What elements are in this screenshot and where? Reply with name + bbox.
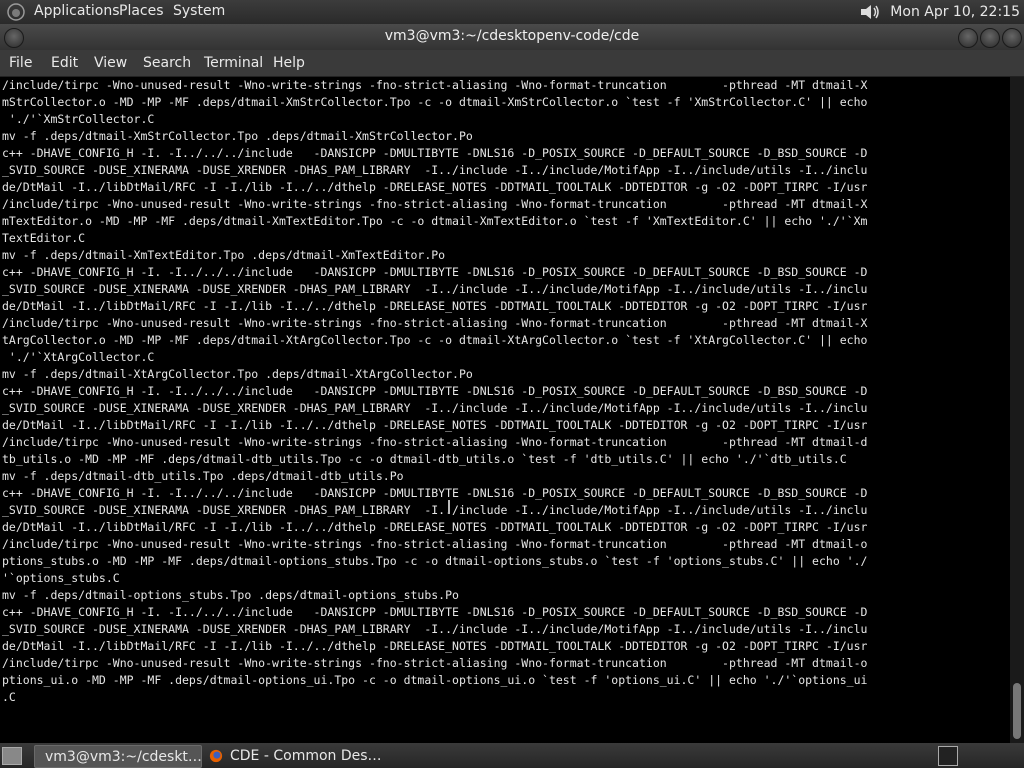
window-title: vm3@vm3:~/cdesktopenv-code/cde [384, 28, 640, 44]
terminal-scrollbar[interactable] [1010, 77, 1024, 743]
bottom-panel: vm3@vm3:~/cdeskt… CDE - Common Des… [0, 743, 1024, 768]
terminal-line: /include/tirpc -Wno-unused-result -Wno-w… [2, 316, 868, 330]
menu-applications[interactable]: Applications [34, 3, 120, 19]
terminal-line: _SVID_SOURCE -DUSE_XINERAMA -DUSE_XRENDE… [2, 163, 868, 177]
terminal-line: de/DtMail -I../libDtMail/RFC -I -I./lib … [2, 639, 868, 653]
menubar: File Edit View Search Terminal Help [0, 50, 1024, 77]
terminal-line: c++ -DHAVE_CONFIG_H -I. -I../../../inclu… [2, 146, 868, 160]
terminal-line: /include/tirpc -Wno-unused-result -Wno-w… [2, 197, 868, 211]
terminal-line: _SVID_SOURCE -DUSE_XINERAMA -DUSE_XRENDE… [2, 503, 868, 517]
terminal-line: /include/tirpc -Wno-unused-result -Wno-w… [2, 435, 868, 449]
menu-view[interactable]: View [94, 55, 127, 71]
menu-terminal[interactable]: Terminal [204, 55, 263, 71]
menu-file[interactable]: File [9, 55, 32, 71]
terminal-line: _SVID_SOURCE -DUSE_XINERAMA -DUSE_XRENDE… [2, 401, 868, 415]
maximize-button[interactable] [980, 28, 1000, 48]
taskbar-item-label: vm3@vm3:~/cdeskt… [45, 748, 202, 765]
terminal-line: _SVID_SOURCE -DUSE_XINERAMA -DUSE_XRENDE… [2, 622, 868, 636]
terminal-line: tb_utils.o -MD -MP -MF .deps/dtmail-dtb_… [2, 452, 847, 466]
terminal-line: de/DtMail -I../libDtMail/RFC -I -I./lib … [2, 418, 868, 432]
terminal-line: c++ -DHAVE_CONFIG_H -I. -I../../../inclu… [2, 265, 868, 279]
terminal-line: de/DtMail -I../libDtMail/RFC -I -I./lib … [2, 520, 868, 534]
terminal-line: mv -f .deps/dtmail-XmTextEditor.Tpo .dep… [2, 248, 446, 262]
scrollbar-thumb[interactable] [1013, 683, 1021, 739]
terminal-line: de/DtMail -I../libDtMail/RFC -I -I./lib … [2, 180, 868, 194]
terminal-line: de/DtMail -I../libDtMail/RFC -I -I./lib … [2, 299, 868, 313]
terminal-line: c++ -DHAVE_CONFIG_H -I. -I../../../inclu… [2, 605, 868, 619]
terminal-line: /include/tirpc -Wno-unused-result -Wno-w… [2, 537, 868, 551]
firefox-icon [209, 749, 223, 762]
close-button[interactable] [1002, 28, 1022, 48]
taskbar-item-terminal[interactable]: vm3@vm3:~/cdeskt… [34, 745, 202, 768]
menu-edit[interactable]: Edit [51, 55, 78, 71]
top-panel: Applications Places System Mon Apr 10, 2… [0, 0, 1024, 24]
terminal-line: './'`XtArgCollector.C [2, 350, 155, 364]
terminal-line: mv -f .deps/dtmail-dtb_utils.Tpo .deps/d… [2, 469, 404, 483]
terminal-line: mTextEditor.o -MD -MP -MF .deps/dtmail-X… [2, 214, 868, 228]
menu-search[interactable]: Search [143, 55, 191, 71]
show-desktop-icon[interactable] [2, 747, 22, 765]
window-titlebar[interactable]: vm3@vm3:~/cdesktopenv-code/cde [0, 24, 1024, 50]
terminal-line: c++ -DHAVE_CONFIG_H -I. -I../../../inclu… [2, 384, 868, 398]
menu-system[interactable]: System [173, 3, 225, 19]
terminal-line: mv -f .deps/dtmail-XtArgCollector.Tpo .d… [2, 367, 473, 381]
terminal-line: .C [2, 690, 16, 704]
menu-help[interactable]: Help [273, 55, 305, 71]
volume-icon[interactable] [858, 2, 882, 22]
gnome-foot-icon[interactable] [6, 2, 26, 22]
clock[interactable]: Mon Apr 10, 22:15 [890, 4, 1024, 20]
terminal-line: c++ -DHAVE_CONFIG_H -I. -I../../../inclu… [2, 486, 868, 500]
terminal-line: ptions_ui.o -MD -MP -MF .deps/dtmail-opt… [2, 673, 868, 687]
terminal-line: mStrCollector.o -MD -MP -MF .deps/dtmail… [2, 95, 868, 109]
mouse-cursor [448, 500, 450, 514]
terminal-line: '`options_stubs.C [2, 571, 120, 585]
minimize-button[interactable] [958, 28, 978, 48]
terminal-line: ptions_stubs.o -MD -MP -MF .deps/dtmail-… [2, 554, 868, 568]
terminal-output[interactable]: /include/tirpc -Wno-unused-result -Wno-w… [0, 77, 1010, 743]
terminal-line: mv -f .deps/dtmail-XmStrCollector.Tpo .d… [2, 129, 473, 143]
terminal-line: /include/tirpc -Wno-unused-result -Wno-w… [2, 656, 868, 670]
menu-places[interactable]: Places [119, 3, 164, 19]
workspace-switcher-icon[interactable] [938, 746, 958, 766]
terminal-line: TextEditor.C [2, 231, 86, 245]
terminal-line: mv -f .deps/dtmail-options_stubs.Tpo .de… [2, 588, 459, 602]
terminal-line: tArgCollector.o -MD -MP -MF .deps/dtmail… [2, 333, 868, 347]
terminal-line: './'`XmStrCollector.C [2, 112, 155, 126]
taskbar-item-firefox[interactable]: CDE - Common Des… [204, 745, 394, 766]
taskbar-item-label: CDE - Common Des… [230, 747, 382, 764]
terminal-line: /include/tirpc -Wno-unused-result -Wno-w… [2, 78, 868, 92]
terminal-line: _SVID_SOURCE -DUSE_XINERAMA -DUSE_XRENDE… [2, 282, 868, 296]
